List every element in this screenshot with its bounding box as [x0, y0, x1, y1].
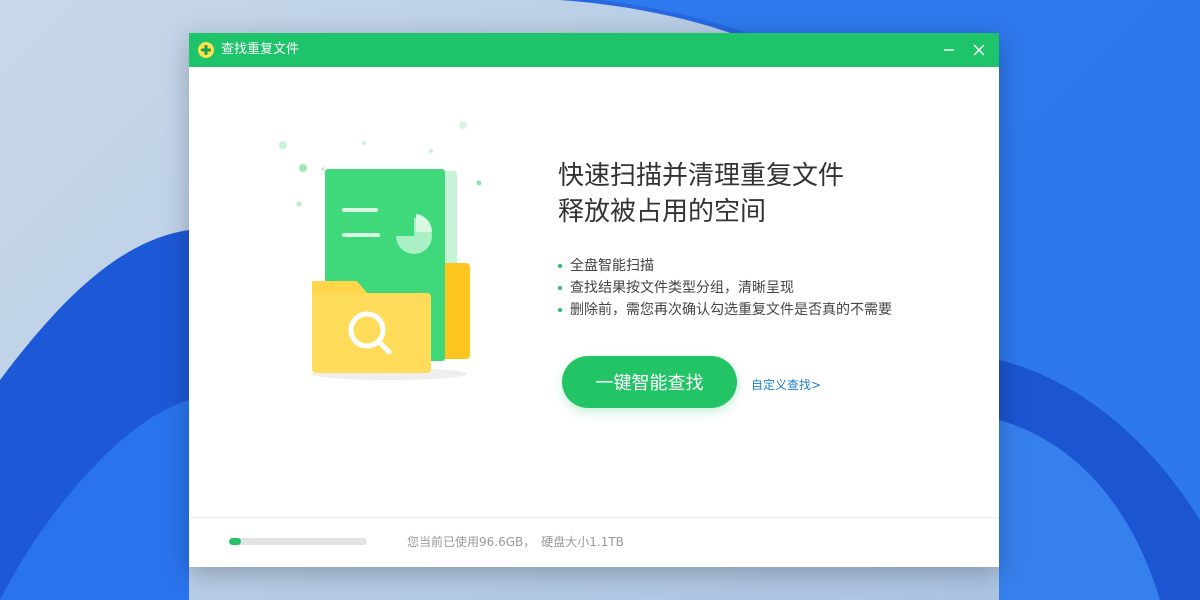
feature-item: 查找结果按文件类型分组，清晰呈现	[558, 277, 892, 299]
bullet-icon	[558, 286, 562, 290]
feature-item: 全盘智能扫描	[558, 255, 892, 277]
footer-divider	[189, 517, 999, 518]
disk-total-text: 硬盘大小1.1TB	[541, 535, 624, 549]
disk-usage-fill	[229, 538, 241, 545]
window-title: 查找重复文件	[221, 42, 300, 57]
disk-used-text: 您当前已使用96.6GB，	[407, 535, 536, 549]
duplicate-files-illustration	[279, 121, 482, 380]
headline-line-1: 快速扫描并清理重复文件	[558, 161, 845, 191]
find-duplicates-window: 查找重复文件 快速扫描并清理重复文件 释放被占用的空间 全盘智能扫描 查找结果按…	[189, 33, 999, 567]
feature-list: 全盘智能扫描 查找结果按文件类型分组，清晰呈现 删除前，需您再次确认勾选重复文件…	[558, 255, 892, 321]
disk-info: 您当前已使用96.6GB， 硬盘大小1.1TB	[407, 533, 624, 550]
close-icon	[973, 44, 985, 56]
headline: 快速扫描并清理重复文件 释放被占用的空间	[558, 158, 978, 230]
feature-item: 删除前，需您再次确认勾选重复文件是否真的不需要	[558, 299, 892, 321]
minimize-icon	[944, 49, 954, 51]
title-bar[interactable]: 查找重复文件	[189, 33, 999, 67]
headline-line-2: 释放被占用的空间	[558, 197, 767, 227]
close-button[interactable]	[964, 33, 994, 67]
broom-plus-icon	[198, 42, 214, 58]
custom-search-link[interactable]: 自定义查找>	[751, 376, 821, 393]
bullet-icon	[558, 308, 562, 312]
smart-scan-button[interactable]: 一键智能查找	[562, 356, 737, 408]
minimize-button[interactable]	[934, 33, 964, 67]
bullet-icon	[558, 264, 562, 268]
disk-usage-bar	[229, 538, 367, 545]
